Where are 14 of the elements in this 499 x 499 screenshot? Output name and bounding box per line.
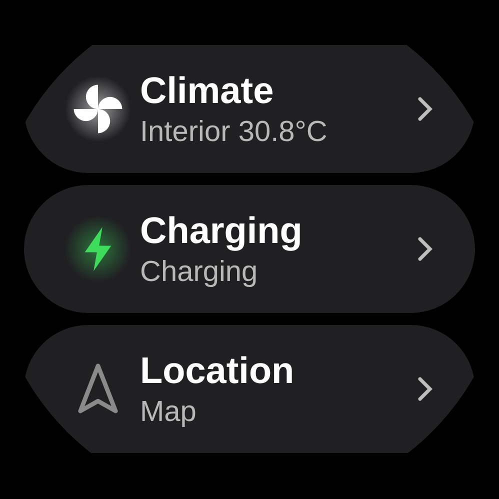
menu-card[interactable]: Location Map [24, 325, 475, 453]
card-title: Location [140, 350, 296, 392]
fan-icon [65, 76, 131, 142]
card-subtitle: Charging [140, 256, 259, 288]
chevron-right-icon [415, 95, 435, 123]
chevron-right-icon [415, 375, 435, 403]
card-subtitle: Map [140, 396, 198, 428]
menu-card[interactable]: Climate Interior 30.8°C [24, 45, 475, 173]
card-title: Charging [140, 210, 304, 252]
card-title: Climate [140, 70, 275, 112]
lightning-icon [65, 216, 131, 282]
card-subtitle: Interior 30.8°C [140, 116, 328, 148]
menu-card[interactable]: Charging Charging [24, 185, 475, 313]
chevron-right-icon [415, 235, 435, 263]
